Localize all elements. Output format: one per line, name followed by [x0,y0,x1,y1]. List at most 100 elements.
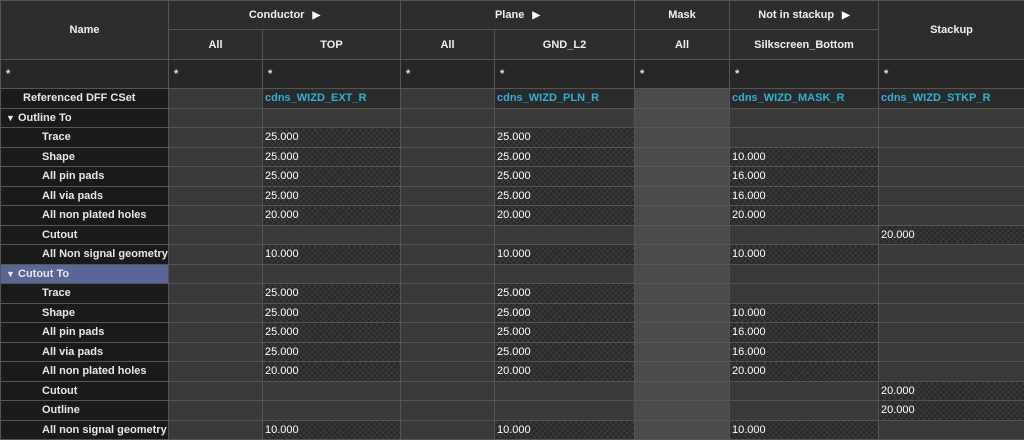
value-cell[interactable]: 25.000 [495,167,635,187]
value-cell[interactable] [635,245,730,265]
value-cell[interactable]: 25.000 [263,128,401,148]
filter-cell[interactable]: * [401,60,495,89]
value-cell[interactable]: 20.000 [879,401,1024,421]
value-cell[interactable] [169,167,263,187]
value-cell[interactable]: 10.000 [730,303,879,323]
ref-cell[interactable] [169,89,263,109]
stackup-column-header[interactable]: Stackup [879,1,1024,60]
value-cell[interactable]: 16.000 [730,167,879,187]
value-cell[interactable] [635,401,730,421]
filter-cell[interactable]: * [263,60,401,89]
value-cell[interactable] [169,225,263,245]
value-cell[interactable] [169,284,263,304]
value-cell[interactable]: 25.000 [263,284,401,304]
value-cell[interactable]: 20.000 [263,362,401,382]
value-cell[interactable] [401,420,495,440]
value-cell[interactable] [635,167,730,187]
conductor-column-header[interactable]: Conductor▶ [169,1,401,30]
value-cell[interactable] [401,284,495,304]
triangle-right-icon[interactable]: ▶ [532,10,540,21]
value-cell[interactable] [879,147,1024,167]
value-cell[interactable] [730,128,879,148]
value-cell[interactable] [879,303,1024,323]
value-cell[interactable]: 16.000 [730,342,879,362]
value-cell[interactable] [401,303,495,323]
value-cell[interactable] [169,420,263,440]
value-cell[interactable] [401,186,495,206]
value-cell[interactable]: 20.000 [879,225,1024,245]
value-cell[interactable] [635,323,730,343]
value-cell[interactable] [401,206,495,226]
value-cell[interactable] [879,342,1024,362]
value-cell[interactable]: 20.000 [879,381,1024,401]
value-cell[interactable]: 20.000 [730,362,879,382]
value-cell[interactable] [401,342,495,362]
value-cell[interactable] [169,323,263,343]
value-cell[interactable]: 25.000 [495,342,635,362]
value-cell[interactable]: 25.000 [495,147,635,167]
filter-cell[interactable]: * [730,60,879,89]
value-cell[interactable] [169,303,263,323]
value-cell[interactable] [730,401,879,421]
name-column-header[interactable]: Name [1,1,169,60]
filter-cell[interactable]: * [879,60,1024,89]
mask-column-header[interactable]: Mask [635,1,730,30]
value-cell[interactable] [169,401,263,421]
value-cell[interactable]: 10.000 [730,245,879,265]
value-cell[interactable] [730,225,879,245]
value-cell[interactable]: 25.000 [263,323,401,343]
value-cell[interactable]: 20.000 [263,206,401,226]
filter-cell[interactable]: * [1,60,169,89]
value-cell[interactable]: 25.000 [263,147,401,167]
filter-cell[interactable]: * [635,60,730,89]
value-cell[interactable]: 16.000 [730,323,879,343]
ref-cset-link[interactable]: cdns_WIZD_EXT_R [263,89,401,109]
value-cell[interactable]: 25.000 [495,303,635,323]
value-cell[interactable]: 10.000 [730,147,879,167]
conductor-top-header[interactable]: TOP [263,30,401,60]
value-cell[interactable]: 25.000 [495,186,635,206]
value-cell[interactable] [401,167,495,187]
value-cell[interactable] [635,206,730,226]
value-cell[interactable] [635,303,730,323]
value-cell[interactable] [879,420,1024,440]
plane-all-header[interactable]: All [401,30,495,60]
value-cell[interactable] [169,128,263,148]
ref-cell[interactable] [635,89,730,109]
value-cell[interactable] [169,186,263,206]
value-cell[interactable] [635,381,730,401]
value-cell[interactable] [635,225,730,245]
value-cell[interactable] [169,362,263,382]
value-cell[interactable]: 25.000 [495,284,635,304]
conductor-all-header[interactable]: All [169,30,263,60]
filter-cell[interactable]: * [169,60,263,89]
value-cell[interactable]: 10.000 [495,420,635,440]
value-cell[interactable] [730,381,879,401]
ref-cset-link[interactable]: cdns_WIZD_PLN_R [495,89,635,109]
value-cell[interactable]: 25.000 [263,342,401,362]
value-cell[interactable] [879,323,1024,343]
value-cell[interactable] [879,245,1024,265]
value-cell[interactable] [263,381,401,401]
filter-cell[interactable]: * [495,60,635,89]
value-cell[interactable]: 10.000 [263,245,401,265]
value-cell[interactable] [495,401,635,421]
value-cell[interactable]: 10.000 [730,420,879,440]
section-header[interactable]: ▼Cutout To [1,264,169,284]
not-in-stackup-column-header[interactable]: Not in stackup▶ [730,1,879,30]
value-cell[interactable] [879,284,1024,304]
value-cell[interactable] [635,342,730,362]
value-cell[interactable] [263,225,401,245]
ref-cset-link[interactable]: cdns_WIZD_MASK_R [730,89,879,109]
value-cell[interactable] [401,128,495,148]
value-cell[interactable]: 16.000 [730,186,879,206]
triangle-right-icon[interactable]: ▶ [842,10,850,21]
value-cell[interactable]: 25.000 [263,303,401,323]
ref-cell[interactable] [401,89,495,109]
triangle-down-icon[interactable]: ▼ [6,269,18,279]
value-cell[interactable] [401,362,495,382]
value-cell[interactable]: 10.000 [263,420,401,440]
triangle-down-icon[interactable]: ▼ [6,113,18,123]
value-cell[interactable] [879,167,1024,187]
value-cell[interactable] [730,284,879,304]
